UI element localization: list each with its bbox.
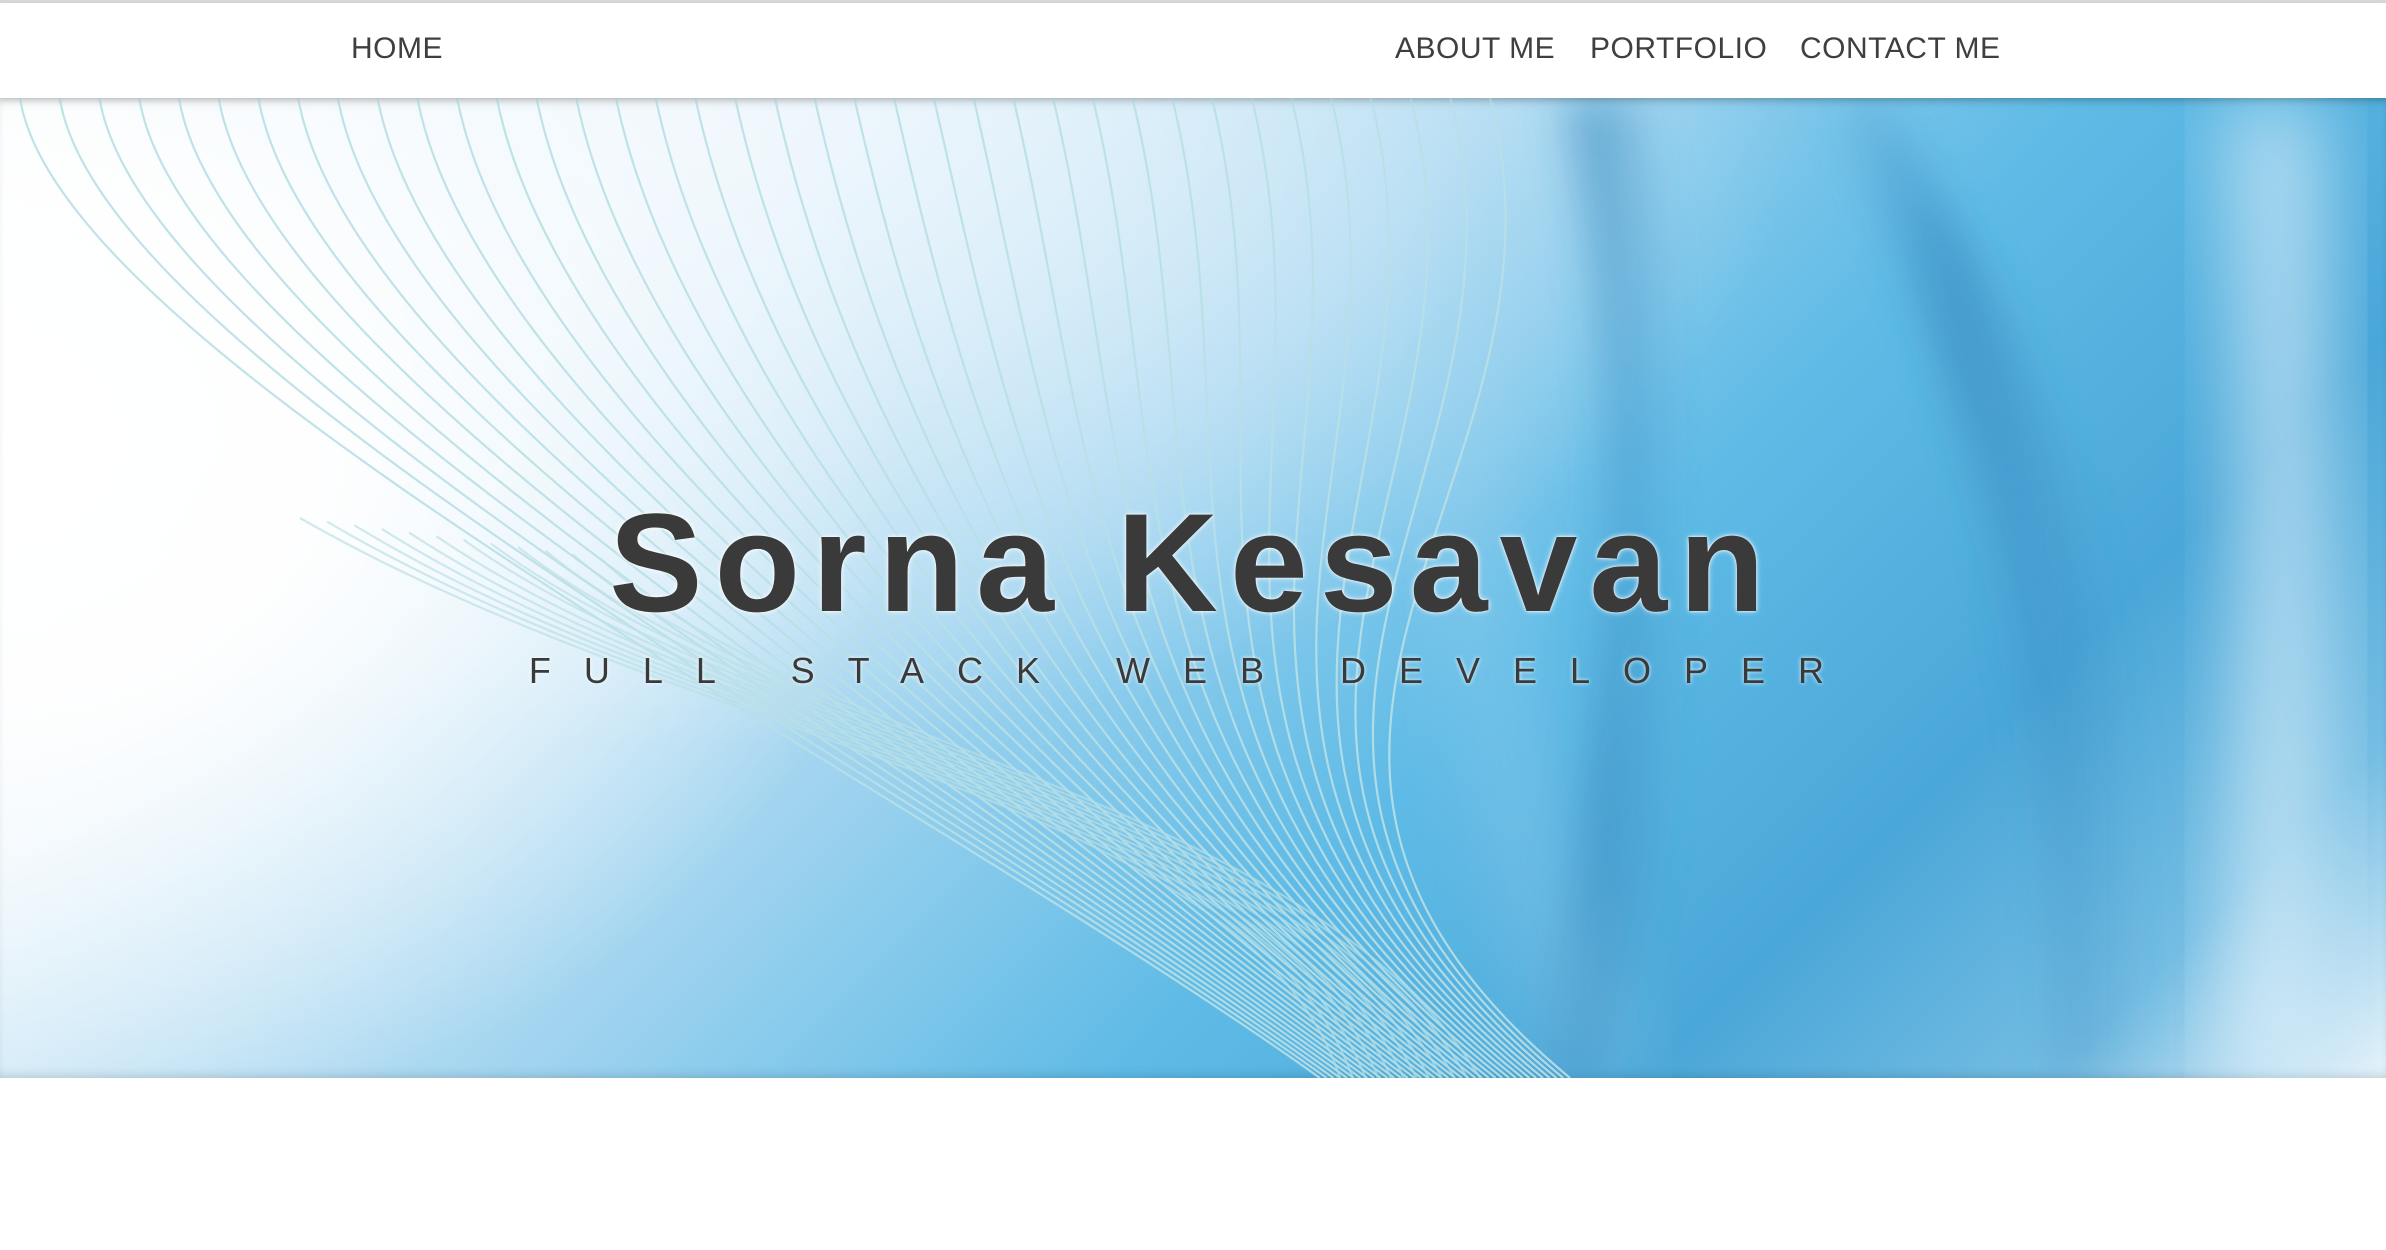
hero-subtitle: FULL STACK WEB DEVELOPER bbox=[528, 650, 1858, 691]
navbar: HOME ABOUT ME PORTFOLIO CONTACT ME bbox=[0, 3, 2386, 98]
hero-title: Sorna Kesavan bbox=[609, 484, 1777, 641]
page: HOME ABOUT ME PORTFOLIO CONTACT ME Sorna… bbox=[0, 0, 2386, 1250]
nav-portfolio-link[interactable]: PORTFOLIO bbox=[1590, 32, 1767, 66]
nav-home-link[interactable]: HOME bbox=[351, 32, 443, 66]
nav-about-link[interactable]: ABOUT ME bbox=[1395, 32, 1555, 66]
nav-contact-link[interactable]: CONTACT ME bbox=[1800, 32, 2001, 66]
hero-banner: Sorna Kesavan FULL STACK WEB DEVELOPER bbox=[0, 98, 2386, 1078]
